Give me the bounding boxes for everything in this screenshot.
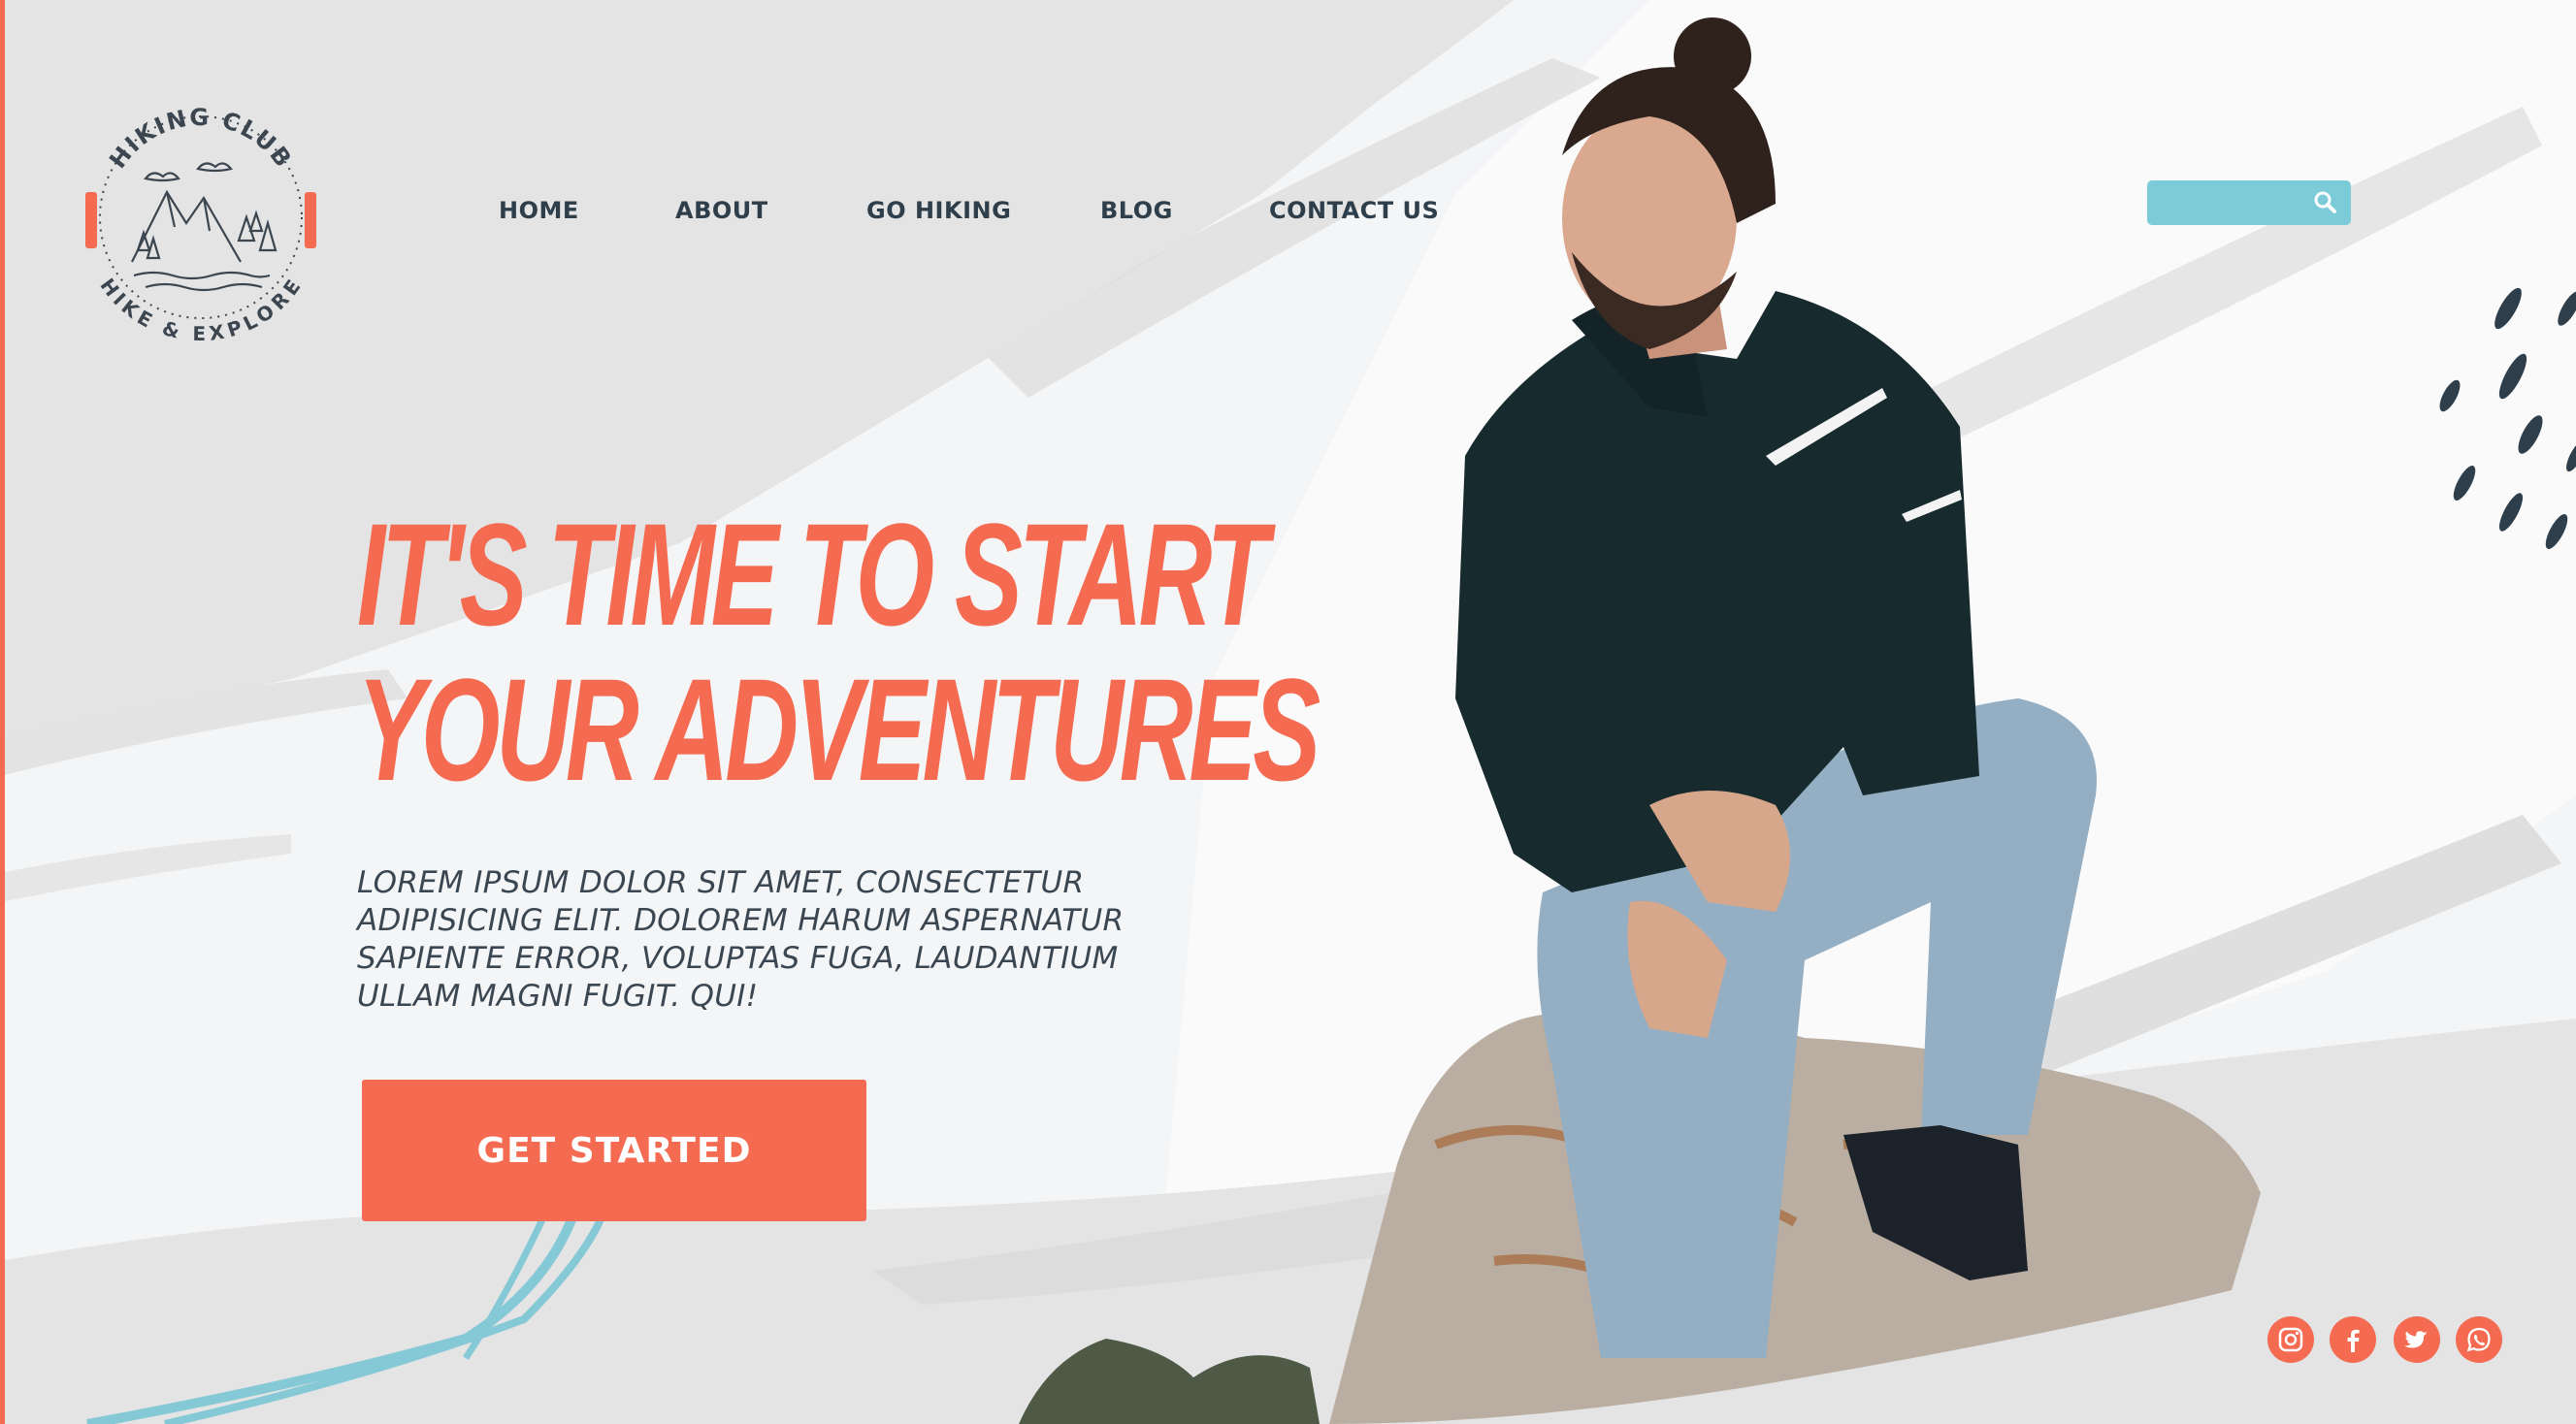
- whatsapp-icon: [2466, 1327, 2491, 1352]
- logo-brand-name: HIKING CLUB: [104, 104, 296, 174]
- instagram-icon: [2278, 1327, 2303, 1352]
- accent-edge-strip: [0, 0, 5, 1424]
- get-started-button[interactable]: GET STARTED: [362, 1080, 866, 1221]
- nav-home-link[interactable]: HOME: [499, 197, 579, 224]
- logo-tagline: HIKE & EXPLORE: [95, 274, 304, 345]
- whatsapp-button[interactable]: [2456, 1316, 2502, 1363]
- facebook-button[interactable]: [2330, 1316, 2376, 1363]
- get-started-label: GET STARTED: [476, 1130, 752, 1171]
- instagram-button[interactable]: [2267, 1316, 2314, 1363]
- nav-contact-us-link[interactable]: CONTACT US: [1269, 197, 1439, 224]
- logo-badge-icon: HIKING CLUB HIKE & EXPLORE: [85, 104, 316, 345]
- mountain-scene-icon: [131, 162, 277, 292]
- search-input[interactable]: [2147, 180, 2302, 225]
- nav-about-link[interactable]: ABOUT: [675, 197, 768, 224]
- hero-headline-line-2: YOUR ADVENTURES: [357, 648, 1321, 811]
- facebook-icon: [2347, 1329, 2360, 1352]
- svg-text:HIKE & EXPLORE: HIKE & EXPLORE: [95, 274, 306, 345]
- landing-page: HIKING CLUB HIKE & EXPLORE HOME ABOUT GO…: [0, 0, 2576, 1424]
- hiking-club-logo[interactable]: HIKING CLUB HIKE & EXPLORE: [85, 85, 316, 349]
- nav-blog-link[interactable]: BLOG: [1100, 197, 1173, 224]
- twitter-icon: [2404, 1331, 2428, 1348]
- hero-body-text: LOREM IPSUM DOLOR SIT AMET, CONSECTETUR …: [357, 865, 1125, 1014]
- svg-text:HIKING CLUB: HIKING CLUB: [104, 104, 298, 174]
- hero-headline: IT'S TIME TO START YOUR ADVENTURES: [357, 493, 1321, 811]
- hero-headline-line-1: IT'S TIME TO START: [357, 493, 1268, 656]
- search-icon[interactable]: [2312, 189, 2339, 216]
- twitter-button[interactable]: [2394, 1316, 2440, 1363]
- search-box[interactable]: [2147, 180, 2351, 225]
- nav-go-hiking-link[interactable]: GO HIKING: [866, 197, 1011, 224]
